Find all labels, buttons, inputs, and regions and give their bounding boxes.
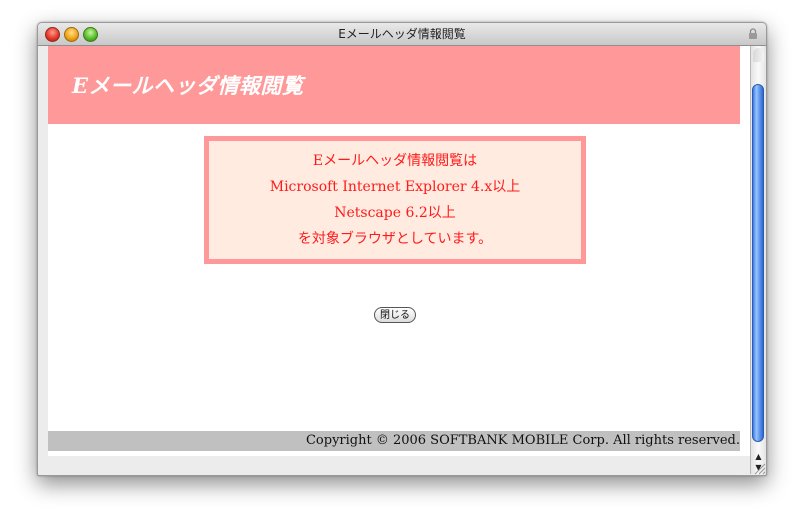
title-bar[interactable]: Eメールヘッダ情報閲覧 <box>38 23 766 46</box>
page-content: Eメールヘッダ情報閲覧 Eメールヘッダ情報閲覧は Microsoft Inter… <box>48 46 750 456</box>
window-title: Eメールヘッダ情報閲覧 <box>338 27 466 41</box>
notice-line: を対象ブラウザとしています。 <box>297 231 493 247</box>
header-banner: Eメールヘッダ情報閲覧 <box>48 46 740 124</box>
copyright-text: Copyright © 2006 SOFTBANK MOBILE Corp. A… <box>305 433 740 448</box>
footer-bar: Copyright © 2006 SOFTBANK MOBILE Corp. A… <box>48 431 740 451</box>
scroll-track-cap <box>753 48 764 62</box>
page-title: Eメールヘッダ情報閲覧 <box>72 73 304 98</box>
notice-line: Netscape 6.2以上 <box>334 205 456 221</box>
scroll-thumb[interactable] <box>752 84 764 442</box>
notice-line: Eメールヘッダ情報閲覧は <box>312 153 478 169</box>
notice-line: Microsoft Internet Explorer 4.x以上 <box>269 179 521 195</box>
resize-grip-icon[interactable] <box>751 460 766 475</box>
lock-icon <box>749 28 757 39</box>
browser-requirement-notice: Eメールヘッダ情報閲覧は Microsoft Internet Explorer… <box>204 136 586 264</box>
close-button[interactable]: 閉じる <box>374 307 416 323</box>
browser-window: Eメールヘッダ情報閲覧 Eメールヘッダ情報閲覧 Eメールヘッダ情報閲覧は Mic… <box>37 22 767 476</box>
vertical-scrollbar[interactable]: ▲ ▼ <box>750 46 766 474</box>
